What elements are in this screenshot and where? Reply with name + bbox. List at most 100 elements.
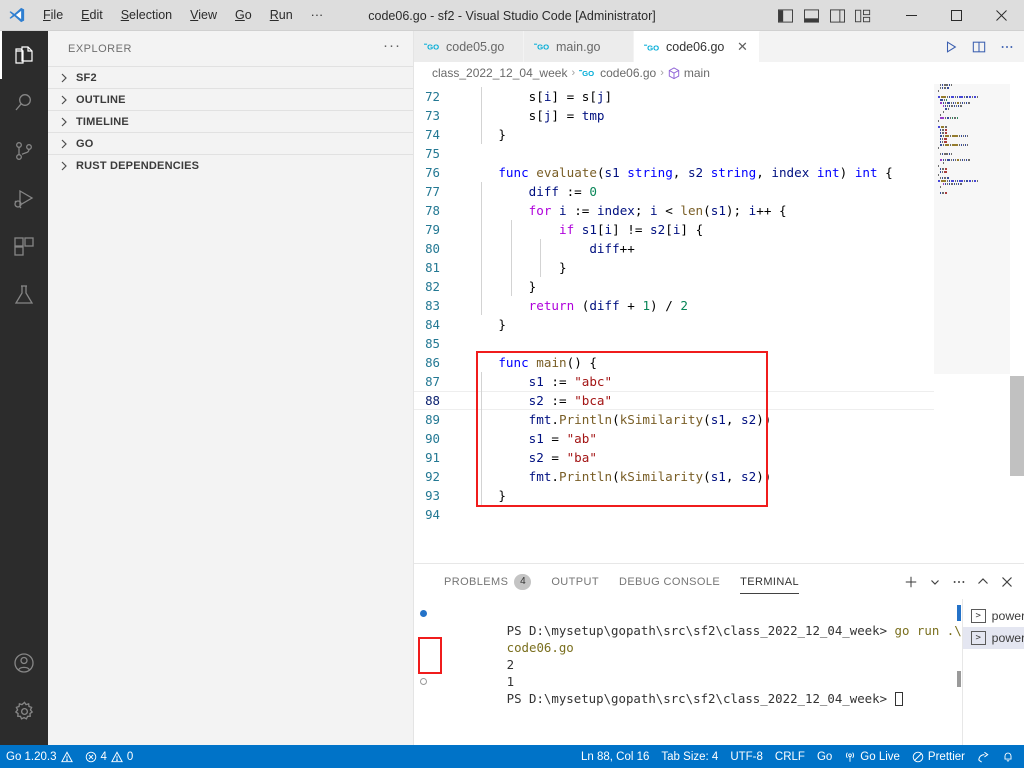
code-line[interactable]: 76 func evaluate(s1 string, s2 string, i… bbox=[414, 163, 893, 182]
code-line[interactable]: 81 } bbox=[414, 258, 893, 277]
menu-view[interactable]: View bbox=[181, 5, 226, 25]
sidebar-section-rust-dependencies[interactable]: RUST DEPENDENCIES bbox=[48, 154, 413, 176]
tab-terminal[interactable]: TERMINAL bbox=[730, 564, 809, 599]
activity-accounts[interactable] bbox=[0, 639, 48, 687]
code-text[interactable]: fmt.Println(kSimilarity(s1, s2)) bbox=[460, 410, 772, 429]
minimap-slider[interactable] bbox=[934, 84, 1010, 374]
activity-manage[interactable] bbox=[0, 687, 48, 735]
activity-explorer[interactable] bbox=[0, 31, 48, 79]
code-text[interactable]: fmt.Println(kSimilarity(s1, s2)) bbox=[460, 467, 772, 486]
code-line[interactable]: 78 for i := index; i < len(s1); i++ { bbox=[414, 201, 893, 220]
status-indentation[interactable]: Tab Size: 4 bbox=[655, 745, 724, 768]
sidebar-section-sf2[interactable]: SF2 bbox=[48, 66, 413, 88]
sidebar-section-outline[interactable]: OUTLINE bbox=[48, 88, 413, 110]
status-go-version[interactable]: Go 1.20.3 bbox=[0, 745, 79, 768]
code-line[interactable]: 79 if s1[i] != s2[i] { bbox=[414, 220, 893, 239]
menu-bar[interactable]: FFileile Edit Selection View Go Run ··· bbox=[34, 5, 332, 25]
code-line[interactable]: 85 bbox=[414, 334, 893, 353]
terminal-scrollbar-thumb[interactable] bbox=[956, 671, 961, 687]
code-line[interactable]: 89 fmt.Println(kSimilarity(s1, s2)) bbox=[414, 410, 893, 429]
tab-code05-go[interactable]: GO code05.go bbox=[414, 31, 524, 62]
menu-more[interactable]: ··· bbox=[302, 5, 333, 25]
menu-go[interactable]: Go bbox=[226, 5, 261, 25]
code-line[interactable]: 74 } bbox=[414, 125, 893, 144]
code-line[interactable]: 93 } bbox=[414, 486, 893, 505]
sidebar-section-timeline[interactable]: TIMELINE bbox=[48, 110, 413, 132]
breadcrumb-file[interactable]: code06.go bbox=[600, 66, 656, 80]
sidebar-section-go[interactable]: GO bbox=[48, 132, 413, 154]
close-panel-icon[interactable] bbox=[996, 571, 1018, 593]
scrollbar-thumb[interactable] bbox=[1010, 376, 1024, 476]
code-line[interactable]: 73 s[j] = tmp bbox=[414, 106, 893, 125]
code-line[interactable]: 84 } bbox=[414, 315, 893, 334]
code-line[interactable]: 90 s1 = "ab" bbox=[414, 429, 893, 448]
code-line[interactable]: 92 fmt.Println(kSimilarity(s1, s2)) bbox=[414, 467, 893, 486]
code-lines[interactable]: 72 s[i] = s[j] 73 s[j] = tmp 74 } 75 76 func… bbox=[414, 87, 893, 524]
menu-file[interactable]: FFileile bbox=[34, 5, 72, 25]
panel-more-actions-icon[interactable] bbox=[948, 571, 970, 593]
status-notifications[interactable] bbox=[996, 745, 1020, 768]
breadcrumb[interactable]: class_2022_12_04_week › GO code06.go › m… bbox=[414, 62, 1024, 84]
menu-edit[interactable]: Edit bbox=[72, 5, 112, 25]
code-text[interactable]: } bbox=[460, 315, 506, 334]
code-line[interactable]: 75 bbox=[414, 144, 893, 163]
maximize-panel-icon[interactable] bbox=[972, 571, 994, 593]
code-text[interactable]: return (diff + 1) / 2 bbox=[460, 296, 688, 315]
breadcrumb-folder[interactable]: class_2022_12_04_week bbox=[432, 66, 567, 80]
code-line[interactable]: 94 bbox=[414, 505, 893, 524]
code-text[interactable]: for i := index; i < len(s1); i++ { bbox=[460, 201, 787, 220]
status-go-live[interactable]: Go Live bbox=[838, 745, 906, 768]
activity-testing[interactable] bbox=[0, 271, 48, 319]
terminal-list-item-powershell-cla[interactable]: > powershell cla... bbox=[962, 627, 1024, 649]
code-line[interactable]: 82 } bbox=[414, 277, 893, 296]
code-text[interactable]: } bbox=[460, 258, 567, 277]
activity-search[interactable] bbox=[0, 79, 48, 127]
layout-controls[interactable] bbox=[773, 4, 875, 28]
new-terminal-icon[interactable] bbox=[900, 571, 922, 593]
status-encoding[interactable]: UTF-8 bbox=[724, 745, 769, 768]
code-text[interactable]: s[i] = s[j] bbox=[460, 87, 612, 106]
status-eol[interactable]: CRLF bbox=[769, 745, 811, 768]
code-text[interactable] bbox=[460, 144, 468, 163]
code-text[interactable]: s1 := "abc" bbox=[460, 372, 612, 391]
code-line[interactable]: 72 s[i] = s[j] bbox=[414, 87, 893, 106]
code-line[interactable]: 87 s1 := "abc" bbox=[414, 372, 893, 391]
breadcrumb-symbol[interactable]: main bbox=[684, 66, 710, 80]
status-language-mode[interactable]: Go bbox=[811, 745, 838, 768]
code-text[interactable]: s[j] = tmp bbox=[460, 106, 605, 125]
code-line[interactable]: 88 s2 := "bca" bbox=[414, 391, 893, 410]
minimize-button[interactable] bbox=[889, 0, 934, 31]
toggle-secondary-sidebar-icon[interactable] bbox=[825, 4, 849, 28]
code-line[interactable]: 86 func main() { bbox=[414, 353, 893, 372]
code-text[interactable]: } bbox=[460, 277, 537, 296]
toggle-primary-sidebar-icon[interactable] bbox=[773, 4, 797, 28]
activity-extensions[interactable] bbox=[0, 223, 48, 271]
code-line[interactable]: 91 s2 = "ba" bbox=[414, 448, 893, 467]
close-button[interactable] bbox=[979, 0, 1024, 31]
terminal-dropdown-icon[interactable] bbox=[924, 571, 946, 593]
code-text[interactable]: diff++ bbox=[460, 239, 635, 258]
code-line[interactable]: 83 return (diff + 1) / 2 bbox=[414, 296, 893, 315]
activity-source-control[interactable] bbox=[0, 127, 48, 175]
tab-code06-go[interactable]: GO code06.go ✕ bbox=[634, 31, 761, 62]
status-cursor-position[interactable]: Ln 88, Col 16 bbox=[575, 745, 655, 768]
code-text[interactable]: if s1[i] != s2[i] { bbox=[460, 220, 703, 239]
tab-problems[interactable]: PROBLEMS 4 bbox=[434, 564, 541, 599]
code-text[interactable] bbox=[460, 334, 468, 353]
run-go-file-icon[interactable] bbox=[938, 34, 964, 60]
menu-run[interactable]: Run bbox=[261, 5, 302, 25]
status-remote-host[interactable] bbox=[971, 745, 996, 768]
code-line[interactable]: 80 diff++ bbox=[414, 239, 893, 258]
code-text[interactable]: func main() { bbox=[460, 353, 597, 372]
tab-debug-console[interactable]: DEBUG CONSOLE bbox=[609, 564, 730, 599]
editor-more-actions-icon[interactable] bbox=[994, 34, 1020, 60]
code-text[interactable]: func evaluate(s1 string, s2 string, inde… bbox=[460, 163, 892, 182]
tab-main-go[interactable]: GO main.go bbox=[524, 31, 634, 62]
code-text[interactable]: s2 := "bca" bbox=[460, 391, 612, 410]
status-prettier[interactable]: Prettier bbox=[906, 745, 971, 768]
code-text[interactable]: s2 = "ba" bbox=[460, 448, 597, 467]
code-text[interactable] bbox=[460, 505, 468, 524]
terminal-view[interactable]: PS D:\mysetup\gopath\src\sf2\class_2022_… bbox=[414, 599, 962, 745]
code-text[interactable]: diff := 0 bbox=[460, 182, 597, 201]
code-line[interactable]: 77 diff := 0 bbox=[414, 182, 893, 201]
